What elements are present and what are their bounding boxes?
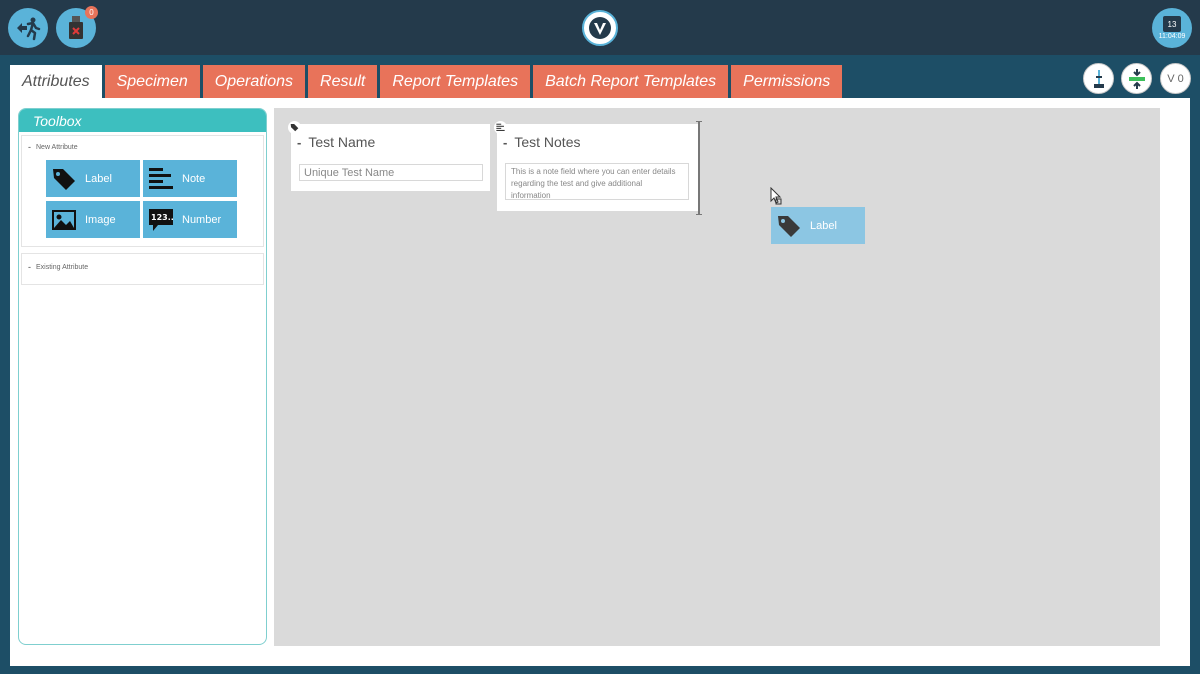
test-notes-textarea[interactable]: This is a note field where you can enter… (505, 163, 689, 200)
app-logo (582, 10, 618, 46)
calendar-day: 13 (1167, 19, 1177, 29)
dragging-label-text: Label (810, 219, 837, 232)
tab-operations[interactable]: Operations (202, 65, 306, 98)
image-attribute-label: Image (85, 213, 116, 226)
logo-v-icon (589, 17, 611, 39)
tab-result[interactable]: Result (308, 65, 378, 98)
test-name-card-header: - Test Name (297, 134, 375, 150)
collapse-dash-icon[interactable]: - (503, 135, 507, 150)
test-name-card-title: Test Name (308, 134, 376, 150)
existing-attribute-title: Existing Attribute (36, 263, 89, 271)
collapse-dash-icon: - (28, 262, 31, 272)
usb-badge: 0 (85, 6, 98, 19)
tab-band: Attributes Specimen Operations Result Re… (0, 55, 1200, 98)
calendar-clock-button[interactable]: 13 11:04:09 (1152, 8, 1192, 48)
tab-specimen[interactable]: Specimen (104, 65, 200, 98)
label-attribute-label: Label (85, 172, 112, 185)
calendar-icon: 13 (1163, 16, 1181, 32)
mouse-cursor-icon (770, 187, 782, 205)
version-button[interactable]: V 0 (1160, 63, 1191, 94)
usb-drive-button[interactable]: 0 (56, 6, 98, 48)
test-name-input[interactable]: Unique Test Name (299, 164, 483, 181)
number-attribute-button[interactable]: 123.. Number (143, 201, 237, 238)
new-attribute-header[interactable]: - New Attribute (22, 136, 263, 158)
existing-attribute-header[interactable]: - Existing Attribute (22, 254, 263, 284)
tab-list: Attributes Specimen Operations Result Re… (10, 65, 845, 98)
note-attribute-button[interactable]: Note (143, 160, 237, 197)
image-icon (51, 207, 77, 233)
collapse-dash-icon: - (28, 142, 31, 152)
toolbox-title: Toolbox (19, 109, 266, 132)
tab-attributes[interactable]: Attributes (10, 65, 102, 98)
test-machine-button[interactable] (1083, 63, 1114, 94)
number-attribute-label: Number (182, 213, 222, 226)
tab-batch-report-templates[interactable]: Batch Report Templates (533, 65, 729, 98)
resize-handle[interactable] (696, 121, 702, 215)
usb-drive-icon (69, 16, 83, 39)
exit-button[interactable] (8, 8, 48, 48)
note-lines-icon (494, 121, 507, 134)
toolbox-panel: Toolbox - New Attribute Label Note Image… (18, 108, 267, 645)
new-attribute-section: - New Attribute Label Note Image 123.. N… (21, 135, 264, 247)
collapse-dash-icon[interactable]: - (297, 135, 301, 150)
specimen-fit-button[interactable] (1121, 63, 1152, 94)
test-name-card[interactable]: - Test Name Unique Test Name (288, 121, 490, 191)
top-bar: 0 13 11:04:09 (0, 0, 1200, 55)
attribute-canvas[interactable]: - Test Name Unique Test Name - Test Note… (274, 108, 1160, 646)
tag-icon (776, 213, 802, 239)
attribute-grid: Label Note Image 123.. Number (22, 158, 263, 246)
test-notes-card[interactable]: - Test Notes This is a note field where … (494, 121, 698, 211)
compress-specimen-icon (1128, 68, 1145, 89)
test-machine-icon (1093, 69, 1104, 88)
note-attribute-label: Note (182, 172, 206, 185)
number-icon: 123.. (148, 207, 174, 233)
clock-time: 11:04:09 (1158, 33, 1186, 40)
tab-permissions[interactable]: Permissions (731, 65, 843, 98)
existing-attribute-section: - Existing Attribute (21, 253, 264, 285)
exit-running-icon (17, 17, 41, 41)
svg-text:123..: 123.. (151, 213, 174, 222)
new-attribute-title: New Attribute (36, 143, 78, 151)
image-attribute-button[interactable]: Image (46, 201, 140, 238)
label-attribute-button[interactable]: Label (46, 160, 140, 197)
main-panel: Toolbox - New Attribute Label Note Image… (10, 98, 1190, 666)
test-notes-card-header: - Test Notes (503, 134, 580, 150)
test-notes-card-title: Test Notes (514, 134, 581, 150)
tag-icon (288, 121, 301, 134)
dragging-label-attribute[interactable]: Label (771, 207, 865, 244)
note-lines-icon (148, 166, 174, 192)
tab-report-templates[interactable]: Report Templates (380, 65, 531, 98)
tag-icon (51, 166, 77, 192)
